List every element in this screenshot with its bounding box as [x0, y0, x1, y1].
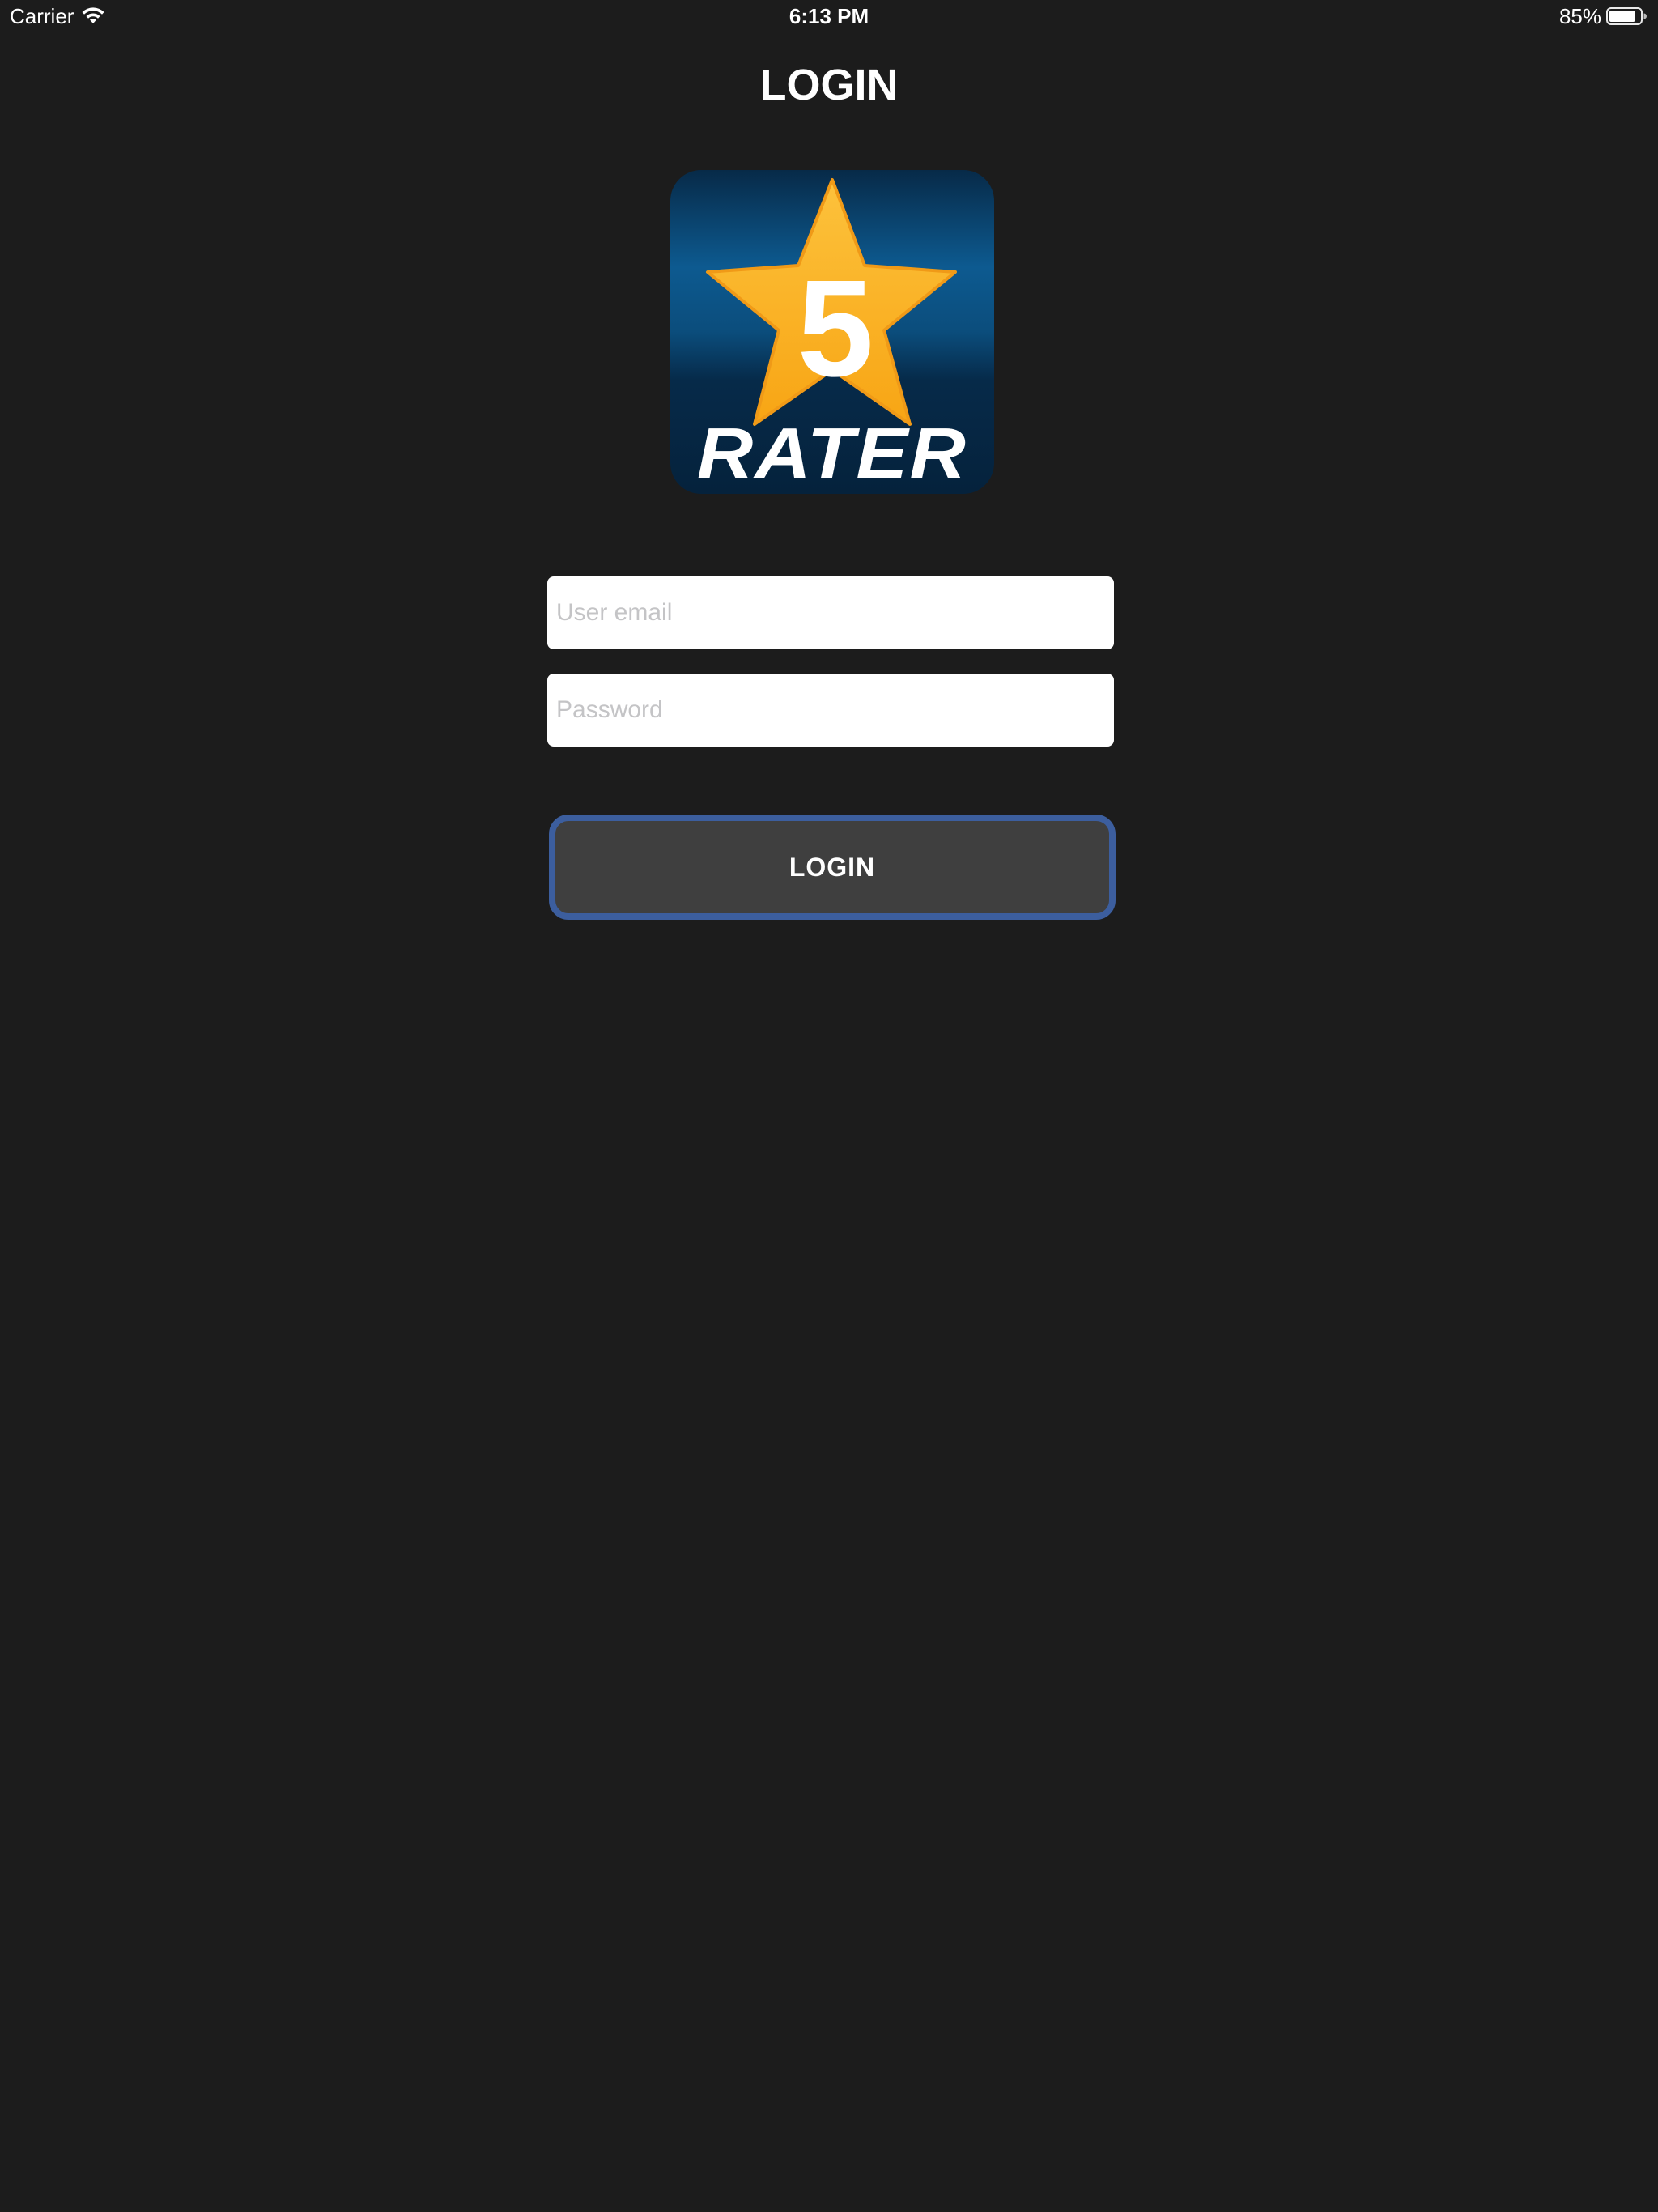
battery-percent: 85%	[1558, 4, 1601, 28]
login-screen: Carrier 6:13 PM 85% LOGIN 5 RATER User e…	[0, 0, 1658, 2212]
login-button[interactable]: LOGIN	[549, 815, 1116, 920]
five-star-rater-logo-icon: 5 RATER	[670, 170, 994, 494]
status-bar: Carrier 6:13 PM 85%	[0, 0, 1658, 32]
battery-level-fill	[1609, 11, 1635, 22]
status-time: 6:13 PM	[789, 4, 869, 28]
logo-wordmark: RATER	[697, 413, 967, 493]
page-title: LOGIN	[759, 61, 899, 109]
battery-icon	[1606, 7, 1647, 25]
password-field[interactable]	[547, 674, 1114, 747]
app-logo: 5 RATER	[670, 170, 994, 494]
logo-number: 5	[797, 252, 874, 406]
email-field[interactable]	[547, 576, 1114, 649]
